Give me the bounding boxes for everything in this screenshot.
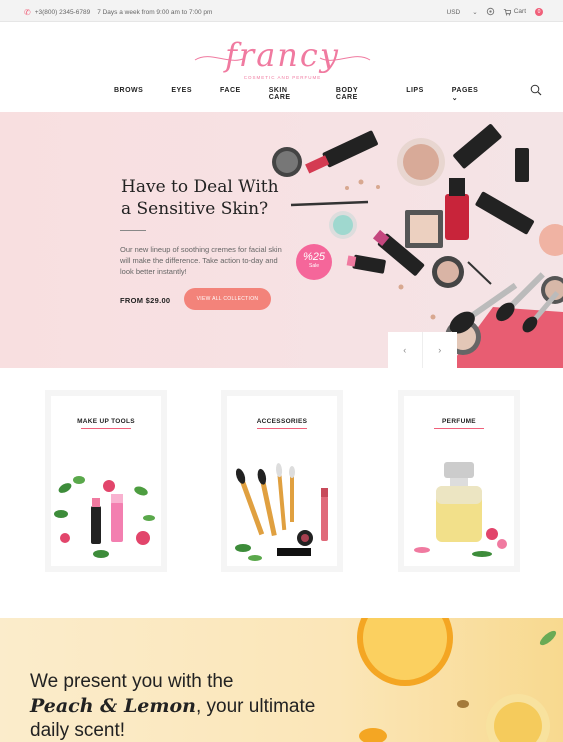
prev-slide-button[interactable]: ‹: [388, 332, 423, 368]
currency-label: USD: [446, 8, 461, 16]
category-title: ACCESSORIES: [256, 418, 308, 425]
sale-badge: %25 Sale: [296, 244, 332, 280]
hero-text: Our new lineup of soothing cremes for fa…: [120, 245, 282, 276]
nav-item-face[interactable]: FACE: [220, 87, 241, 102]
hero-title-line1: Have to Deal With: [121, 177, 279, 197]
cosmetics-image: [272, 124, 563, 368]
cart-button[interactable]: Cart 0: [503, 7, 543, 16]
slider-arrows: ‹ ›: [388, 332, 457, 368]
accessories-image: [235, 463, 328, 561]
category-card-inner: MAKE UP TOOLS: [51, 396, 161, 566]
logo-wordmark: francy: [225, 36, 340, 74]
chevron-down-icon: ⌄: [472, 8, 478, 16]
nav-item-skin-care[interactable]: SKIN CARE: [269, 87, 308, 102]
promo-heading: We present you with the Peach & Lemon, y…: [30, 670, 315, 742]
nav-item-pages-label: PAGES: [451, 87, 479, 94]
next-slide-button[interactable]: ›: [423, 332, 458, 368]
citrus-image: [357, 618, 557, 742]
site-header: francy COSMETIC AND PERFUME BROWS EYES F…: [0, 22, 563, 112]
gear-icon[interactable]: [486, 7, 495, 16]
nav-item-pages[interactable]: PAGES ⌄: [452, 87, 535, 102]
view-collection-button[interactable]: VIEW ALL COLLECTION: [184, 288, 271, 310]
sale-badge-percent: %25: [302, 251, 326, 263]
title-underline: [81, 428, 131, 429]
category-title: PERFUME: [442, 418, 476, 425]
cart-count-badge: 0: [535, 7, 543, 16]
hero-title: Have to Deal With a Sensitive Skin?: [121, 176, 301, 220]
category-card-inner: PERFUME: [404, 396, 514, 566]
opening-hours: 7 Days a week from 9:00 am to 7:00 pm: [97, 9, 213, 16]
hero-divider: [120, 230, 146, 231]
category-card-inner: ACCESSORIES: [227, 396, 337, 566]
category-card-accessories[interactable]: ACCESSORIES: [221, 390, 343, 572]
sale-badge-label: Sale: [308, 263, 319, 269]
hero-title-line2: a Sensitive Skin?: [121, 199, 269, 219]
category-card-perfume[interactable]: PERFUME: [398, 390, 520, 572]
category-card-makeup-tools[interactable]: MAKE UP TOOLS: [45, 390, 167, 572]
cart-icon: [503, 8, 511, 15]
category-section: MAKE UP TOOLS ACCESSORIES PERFUME: [0, 368, 563, 618]
promo-line2-rest: , your ultimate: [195, 696, 316, 717]
phone-number[interactable]: +3(800) 2345-6789: [35, 9, 90, 16]
search-icon[interactable]: [530, 84, 542, 96]
nav-item-body-care[interactable]: BODY CARE: [336, 87, 378, 102]
contact-info: ✆ +3(800) 2345-6789 7 Days a week from 9…: [24, 8, 212, 17]
promo-line2-em: Peach & Lemon: [30, 695, 196, 717]
top-bar: ✆ +3(800) 2345-6789 7 Days a week from 9…: [0, 0, 563, 22]
cart-label: Cart: [513, 8, 526, 15]
nav-item-brows[interactable]: BROWS: [114, 87, 143, 102]
nav-item-eyes[interactable]: EYES: [171, 87, 192, 102]
promo-banner: We present you with the Peach & Lemon, y…: [0, 618, 563, 742]
phone-icon: ✆: [24, 8, 31, 17]
currency-select[interactable]: USD ⌄: [447, 8, 478, 16]
nav-item-lips[interactable]: LIPS: [406, 87, 424, 102]
chevron-down-icon: ⌄: [451, 95, 459, 102]
category-title: MAKE UP TOOLS: [77, 418, 135, 425]
hero-slider: Have to Deal With a Sensitive Skin? Our n…: [0, 112, 563, 368]
logo[interactable]: francy COSMETIC AND PERFUME: [190, 36, 375, 80]
makeup-tools-image: [54, 476, 155, 558]
main-nav: BROWS EYES FACE SKIN CARE BODY CARE LIPS…: [114, 87, 563, 102]
title-underline: [434, 428, 484, 429]
perfume-image: [414, 462, 507, 557]
promo-line1: We present you with the: [30, 671, 234, 692]
promo-line3: daily scent!: [30, 720, 126, 741]
title-underline: [257, 428, 307, 429]
logo-tagline: COSMETIC AND PERFUME: [243, 75, 322, 80]
hero-price: FROM $29.00: [120, 296, 171, 305]
